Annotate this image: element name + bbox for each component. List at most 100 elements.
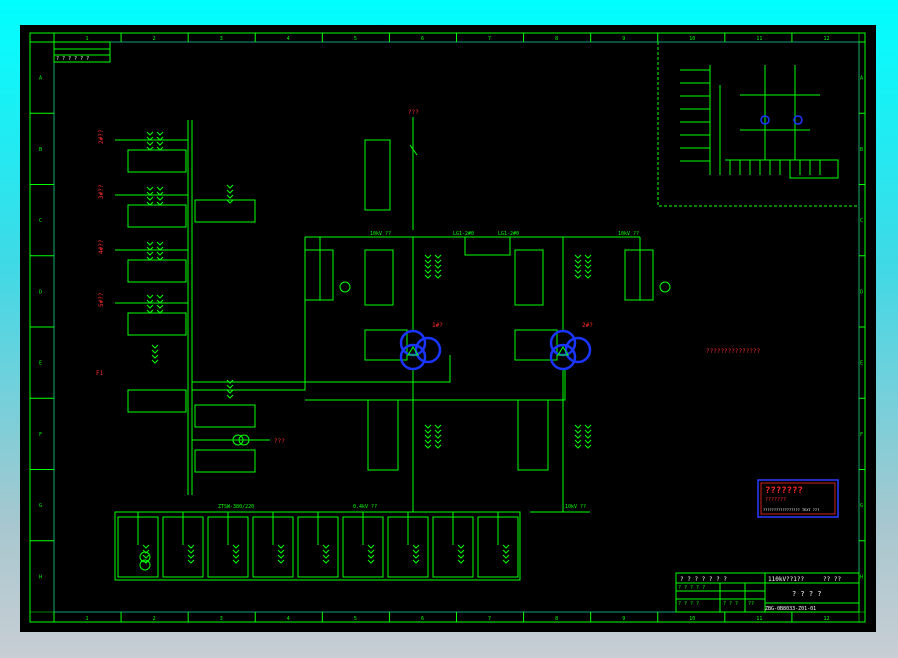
ct-symbol bbox=[146, 304, 154, 309]
ct-symbol bbox=[574, 254, 582, 259]
ct-symbol bbox=[434, 269, 442, 274]
title-row-b: ? ? ? ? bbox=[678, 601, 699, 607]
ct-symbol bbox=[156, 141, 164, 146]
feeder-tag: 2#?? bbox=[98, 129, 105, 144]
ct-symbol bbox=[367, 559, 375, 564]
ct-symbol bbox=[232, 544, 240, 549]
ct-symbol bbox=[457, 549, 465, 554]
ct-symbol bbox=[187, 559, 195, 564]
feeder-tag: 5#?? bbox=[98, 292, 105, 307]
ct-symbol bbox=[226, 184, 234, 189]
ct-symbol bbox=[434, 259, 442, 264]
transformer-2-label: 2#? bbox=[582, 322, 593, 329]
ct-symbol bbox=[424, 274, 432, 279]
column-label: 4 bbox=[287, 616, 290, 622]
ct-symbol bbox=[151, 349, 159, 354]
column-label: 3 bbox=[220, 36, 223, 42]
feeder-cabinet bbox=[127, 259, 187, 283]
ct-symbol bbox=[412, 554, 420, 559]
cad-drawing-sheet: 1 2 3 4 5 6 7 8 9 10 11 12 1 2 3 4 5 6 7 8 9 10 11 12 ABCDEFGH… bbox=[20, 25, 876, 632]
column-labels-bottom: 1 2 3 4 5 6 7 8 9 10 11 12 bbox=[53, 612, 829, 622]
ct-symbol bbox=[502, 559, 510, 564]
ct-symbol bbox=[434, 264, 442, 269]
ct-symbol bbox=[457, 559, 465, 564]
row-label: F bbox=[860, 432, 863, 438]
ct-symbol bbox=[584, 274, 592, 279]
lv-bus-label-left: ZTSW-380/220 bbox=[218, 504, 254, 510]
row-label: G bbox=[39, 503, 42, 509]
ct-symbol bbox=[187, 544, 195, 549]
feeder-cabinet bbox=[127, 149, 187, 173]
ct-symbol bbox=[156, 241, 164, 246]
row-label: H bbox=[39, 574, 42, 580]
row-label: C bbox=[860, 218, 863, 224]
drawing-name: ? ? ? ? bbox=[792, 590, 822, 598]
bus-10kv-label-right: 10kV ?? bbox=[618, 231, 639, 237]
ct-symbol bbox=[434, 424, 442, 429]
ct-symbol bbox=[574, 444, 582, 449]
feeder-tag: 3#?? bbox=[98, 184, 105, 199]
row-label: A bbox=[860, 76, 863, 82]
column-label: 1 bbox=[86, 616, 89, 622]
column-label: 4 bbox=[287, 36, 290, 42]
ct-symbol bbox=[187, 554, 195, 559]
title-row-a: ? ? ? ? ? bbox=[678, 585, 705, 591]
column-label: 10 bbox=[689, 36, 695, 42]
ct-symbol bbox=[434, 254, 442, 259]
row-label: A bbox=[39, 76, 42, 82]
ct-symbol bbox=[574, 439, 582, 444]
ct-symbol bbox=[367, 544, 375, 549]
pt-symbol bbox=[659, 281, 671, 293]
side-unit-label: ??? bbox=[274, 438, 285, 445]
ct-symbol bbox=[277, 554, 285, 559]
row-label: D bbox=[39, 289, 42, 295]
ct-symbol bbox=[232, 554, 240, 559]
ct-symbol bbox=[146, 294, 154, 299]
ct-symbol bbox=[574, 429, 582, 434]
ct-symbol bbox=[584, 264, 592, 269]
ct-symbol bbox=[151, 359, 159, 364]
stamp-line2: ??????? bbox=[765, 497, 786, 503]
ct-symbol bbox=[424, 269, 432, 274]
ct-symbol bbox=[502, 554, 510, 559]
feeder-tag: F1 bbox=[96, 370, 104, 377]
ct-symbol bbox=[434, 439, 442, 444]
ct-symbol bbox=[142, 544, 150, 549]
column-label: 7 bbox=[488, 616, 491, 622]
row-label: E bbox=[860, 361, 863, 367]
column-label: 2 bbox=[153, 36, 156, 42]
ct-symbol bbox=[187, 549, 195, 554]
ct-symbol bbox=[156, 294, 164, 299]
single-line-diagram: 1 2 3 4 5 6 7 8 9 10 11 12 1 2 3 4 5 6 7 8 9 10 11 12 ABCDEFGH… bbox=[29, 32, 866, 623]
row-label: C bbox=[39, 218, 42, 224]
inset-diagram bbox=[657, 42, 858, 207]
column-label: 11 bbox=[756, 616, 762, 622]
inner-border bbox=[53, 41, 860, 613]
feeder-tag: 4#?? bbox=[98, 239, 105, 254]
ct-symbol bbox=[412, 544, 420, 549]
ct-symbol bbox=[156, 186, 164, 191]
column-label: 6 bbox=[421, 616, 424, 622]
transformer-branches bbox=[304, 237, 671, 475]
ct-symbol bbox=[584, 269, 592, 274]
ct-symbol bbox=[156, 251, 164, 256]
relay-box bbox=[514, 249, 544, 306]
column-label: 1 bbox=[86, 36, 89, 42]
ct-symbol bbox=[502, 549, 510, 554]
ct-symbol bbox=[322, 554, 330, 559]
ct-symbol bbox=[412, 559, 420, 564]
lv-switchgear-cells bbox=[117, 512, 519, 578]
ct-symbol bbox=[574, 264, 582, 269]
pt-symbol bbox=[339, 281, 351, 293]
ct-symbol bbox=[322, 559, 330, 564]
ct-symbol bbox=[226, 189, 234, 194]
row-label: B bbox=[860, 147, 863, 153]
row-labels-left: A B C D E F G H bbox=[30, 41, 54, 580]
ct-symbol bbox=[277, 549, 285, 554]
row-label: D bbox=[860, 289, 863, 295]
column-label: 6 bbox=[421, 36, 424, 42]
lv-bus-label-mid: 0.4kV ?? bbox=[353, 504, 377, 510]
bus-label-right: LG1-2#0 bbox=[498, 231, 519, 237]
ct-symbol bbox=[146, 241, 154, 246]
ct-symbol bbox=[146, 186, 154, 191]
